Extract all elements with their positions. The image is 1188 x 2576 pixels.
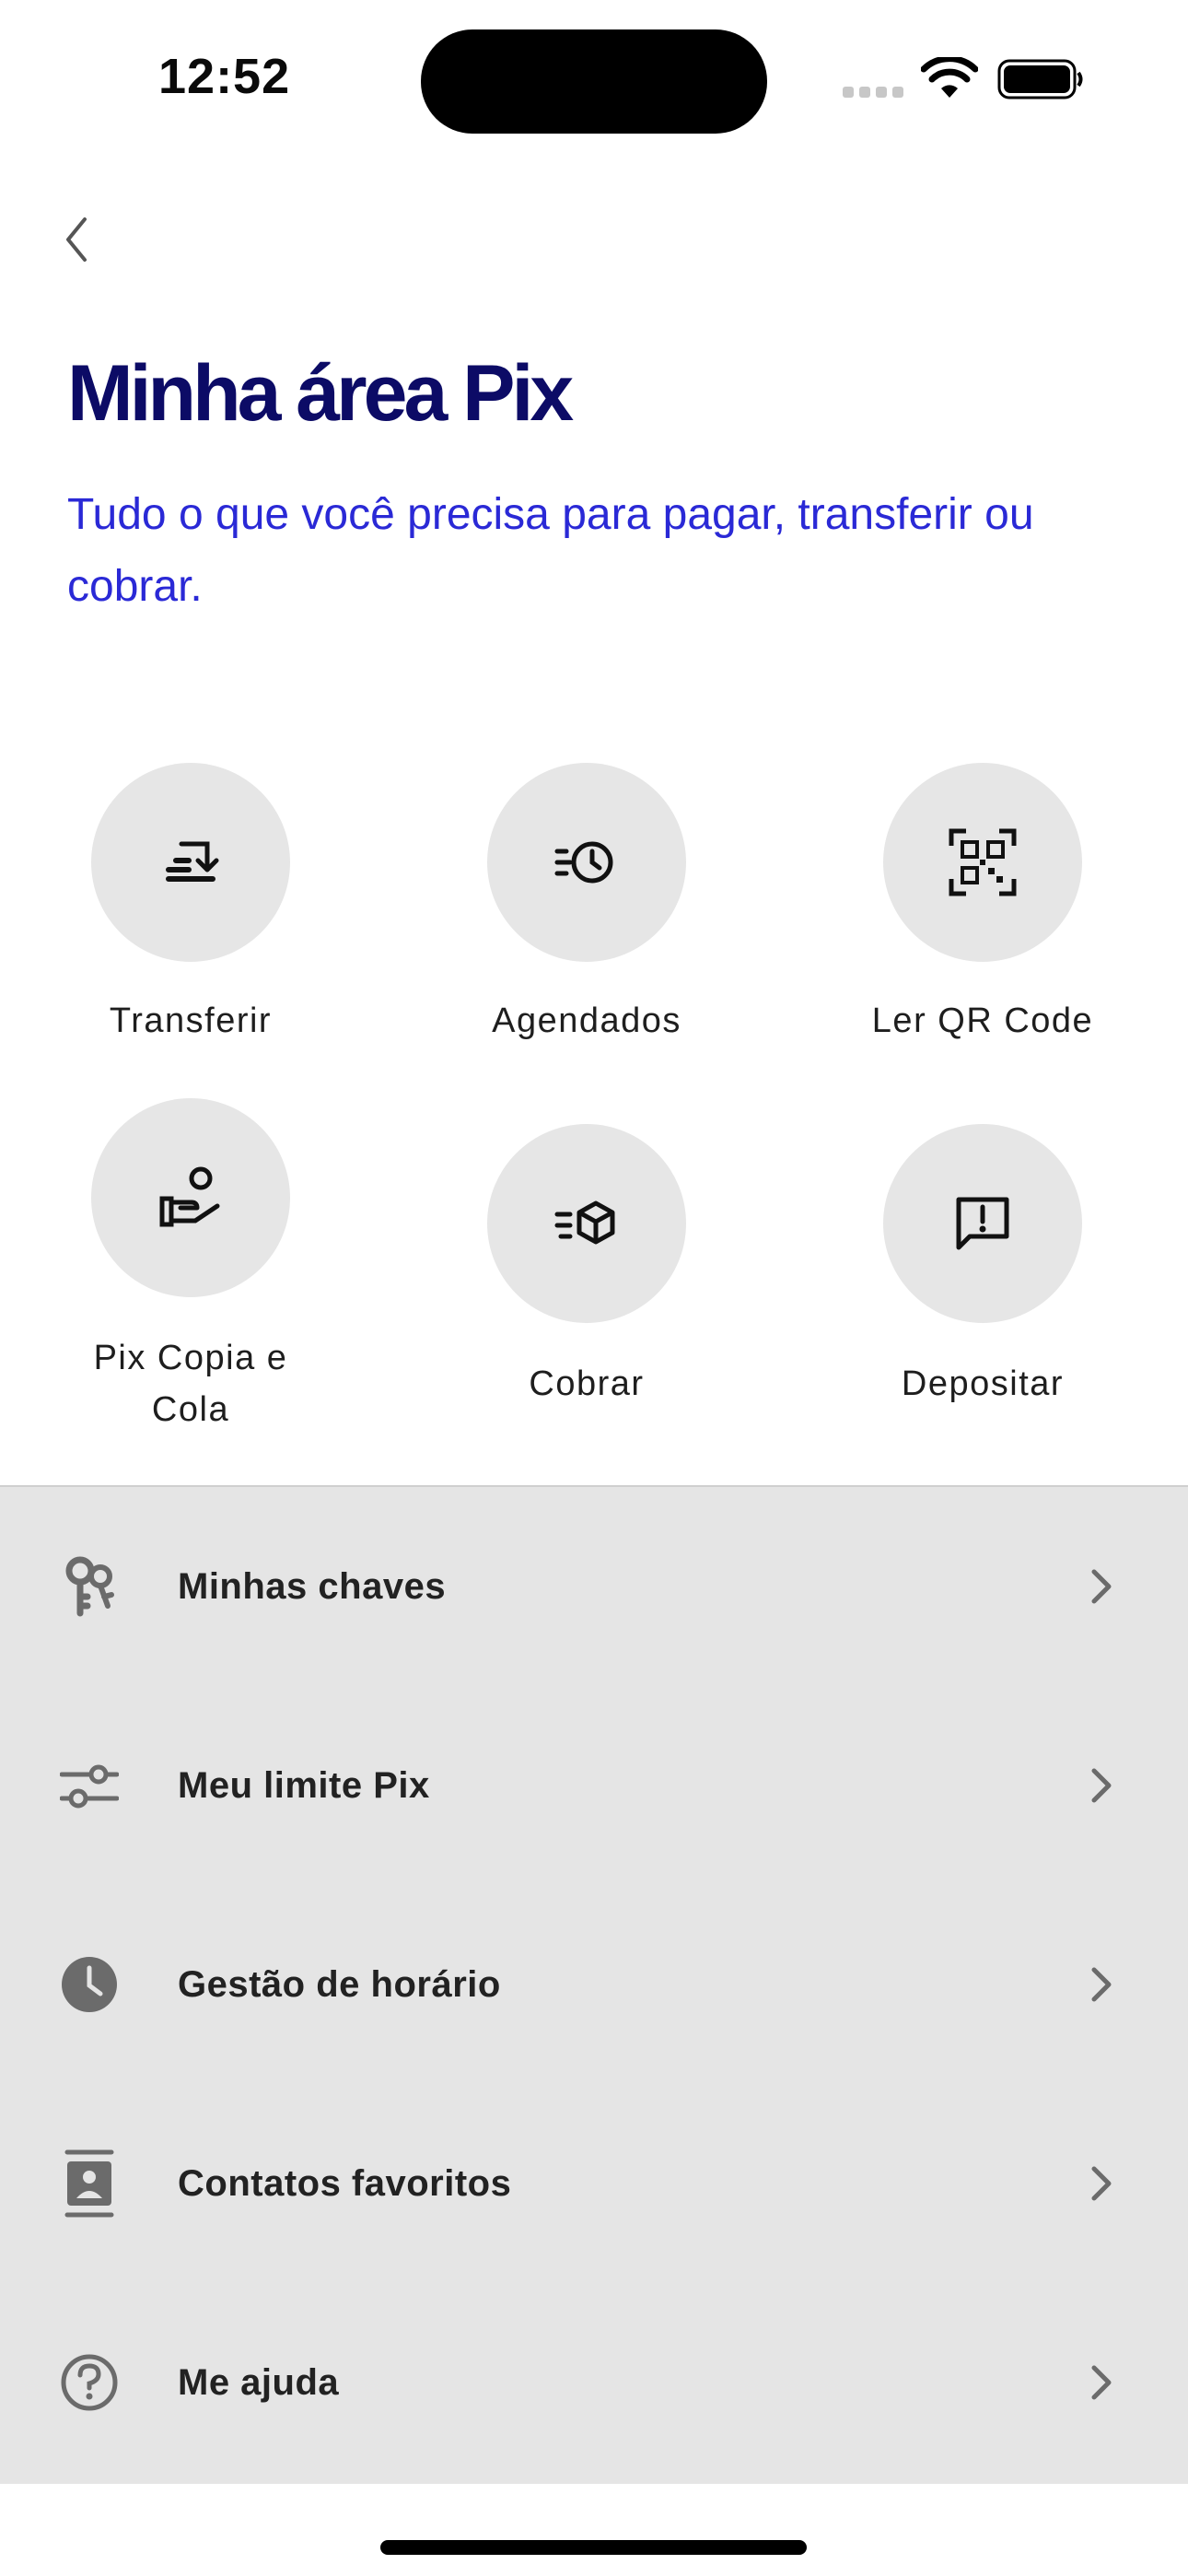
deposit-label: Depositar [901, 1364, 1065, 1403]
scheduled-label: Agendados [492, 1001, 681, 1040]
chevron-right-icon [1091, 2166, 1112, 2201]
message-alert-icon [956, 1197, 1009, 1250]
chevron-right-icon [1091, 1967, 1112, 2002]
menu-item-label: Minhas chaves [178, 1565, 447, 1607]
menu-item-label: Contatos favoritos [178, 2162, 512, 2204]
qr-code-icon [949, 828, 1017, 896]
pix-copy-paste-label: Pix Copia e Cola [93, 1339, 288, 1429]
chevron-right-icon [1091, 1569, 1112, 1604]
pix-copy-paste-button[interactable] [91, 1098, 290, 1297]
transfer-label: Transferir [109, 1001, 273, 1040]
charge-label: Cobrar [529, 1364, 645, 1403]
read-qr-code-label: Ler QR Code [871, 1001, 1094, 1040]
page-subtitle: Tudo o que você precisa para pagar, tran… [67, 490, 1034, 611]
back-chevron-icon[interactable] [59, 214, 96, 265]
page-title: Minha área Pix [67, 349, 574, 438]
pix-menu-list: Minhas chaves Meu limite Pix Gestão de h… [0, 1485, 1188, 2484]
scheduled-clock-icon [554, 841, 613, 884]
hand-person-icon [159, 1166, 220, 1227]
sliders-icon [57, 1753, 122, 1818]
scheduled-button[interactable] [487, 763, 686, 962]
home-indicator[interactable] [380, 2540, 807, 2555]
transfer-button[interactable] [91, 763, 290, 962]
dynamic-island [421, 29, 767, 134]
help-icon [57, 2350, 122, 2415]
cellular-signal-icon [843, 87, 905, 98]
menu-item-label: Me ajuda [178, 2361, 340, 2403]
deposit-button[interactable] [883, 1124, 1082, 1323]
read-qr-code-button[interactable] [883, 763, 1082, 962]
charge-button[interactable] [487, 1124, 686, 1323]
clock-icon [57, 1952, 122, 2017]
menu-item-schedule-management[interactable]: Gestão de horário [0, 1885, 1188, 2084]
chevron-right-icon [1091, 2365, 1112, 2400]
battery-icon [997, 59, 1083, 100]
chevron-right-icon [1091, 1768, 1112, 1803]
menu-item-my-pix-limit[interactable]: Meu limite Pix [0, 1686, 1188, 1885]
transfer-icon [166, 841, 219, 882]
keys-icon [57, 1554, 122, 1619]
menu-item-my-keys[interactable]: Minhas chaves [0, 1487, 1188, 1686]
menu-item-help[interactable]: Me ajuda [0, 2283, 1188, 2482]
menu-item-label: Meu limite Pix [178, 1764, 430, 1806]
menu-item-favorite-contacts[interactable]: Contatos favoritos [0, 2084, 1188, 2283]
contact-book-icon [57, 2149, 122, 2218]
box-delivery-icon [554, 1200, 615, 1245]
wifi-icon [921, 57, 978, 98]
menu-item-label: Gestão de horário [178, 1963, 501, 2005]
status-time: 12:52 [158, 49, 291, 104]
